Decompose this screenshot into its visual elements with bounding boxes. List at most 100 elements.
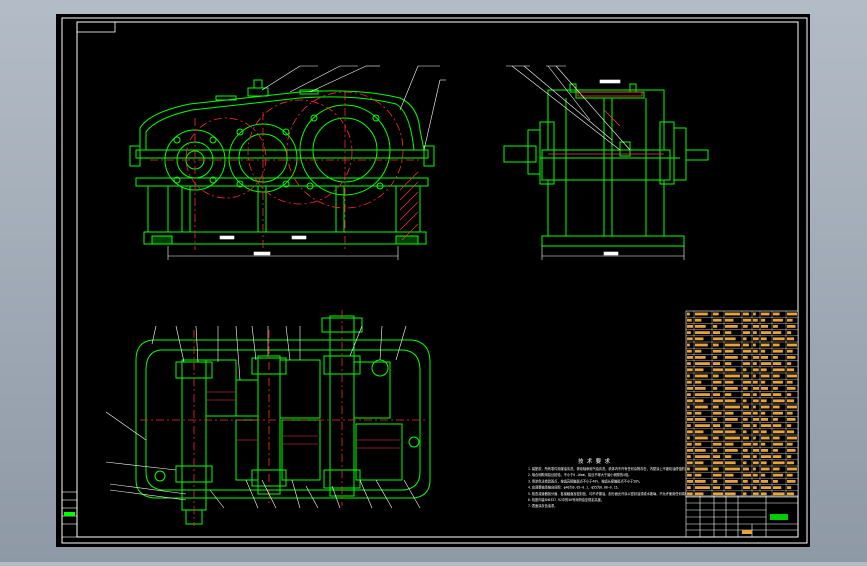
parts-list-cell-text	[687, 380, 692, 384]
parts-list-cell-text	[695, 473, 702, 477]
parts-list-cell-text	[761, 486, 771, 489]
parts-list-cell-text	[713, 331, 721, 334]
parts-list-cell-text	[725, 337, 736, 341]
cad-viewport[interactable]: 技 术 要 求 1.装配前，所有零件用煤油清洗，滚动轴承用汽油清洗，机体内不许有…	[0, 0, 867, 562]
parts-list-cell-text	[695, 418, 706, 421]
parts-list-cell-text	[773, 399, 785, 403]
parts-list-cell-text	[753, 430, 759, 434]
parts-list-cell-text	[725, 331, 732, 334]
parts-list-cell-text	[787, 399, 795, 403]
parts-list-cell-text	[787, 449, 796, 452]
parts-list-cell-text	[743, 362, 751, 365]
parts-list-cell-text	[687, 430, 693, 434]
parts-list-cell-text	[743, 430, 747, 434]
parts-list-cell-text	[713, 473, 722, 477]
parts-list-cell-text	[713, 480, 718, 483]
parts-list-cell-text	[753, 387, 759, 390]
parts-list-cell-text	[743, 387, 748, 390]
parts-list-cell-text	[713, 368, 723, 372]
parts-list-cell-text	[753, 492, 759, 496]
parts-list-cell-text	[787, 436, 797, 440]
parts-list-cell-text	[725, 492, 736, 496]
parts-list-cell-text	[753, 449, 759, 452]
parts-list-cell-text	[787, 356, 796, 359]
parts-list-cell-text	[773, 312, 780, 316]
parts-list-cell-text	[713, 486, 721, 489]
parts-list-cell-text	[787, 480, 796, 483]
parts-list-cell-text	[695, 411, 702, 415]
parts-list-cell-text	[687, 492, 693, 496]
parts-list-cell-text	[743, 418, 748, 421]
parts-list-cell-text	[695, 449, 706, 452]
parts-list-cell-text	[687, 337, 693, 341]
parts-list-cell-text	[753, 349, 758, 353]
parts-list-cell-text	[761, 349, 766, 353]
note-line: 4.应调整轴承轴向间隙：φ40为0.05~0.1，φ55为0.08~0.15。	[528, 485, 621, 490]
parts-list-cell-text	[787, 473, 793, 477]
note-line: 2.啮合侧隙用铅丝检验，不小于0.16mm，铅丝不得大于最小侧隙的4倍。	[528, 472, 631, 477]
parts-list-cell-text	[695, 393, 710, 396]
parts-list-cell-text	[753, 424, 757, 427]
parts-list-cell-text	[761, 492, 767, 496]
parts-list-cell-text	[753, 337, 759, 341]
parts-list-cell-text	[787, 411, 793, 415]
parts-list-cell-text	[743, 424, 751, 427]
parts-list-cell-text	[753, 418, 759, 421]
parts-list-cell-text	[743, 480, 748, 483]
note-line: 3.用涂色法检验斑点，按齿高接触斑点不小于40%，按齿长接触斑点不小于50%。	[528, 478, 642, 483]
parts-list-cell-text	[695, 343, 708, 347]
parts-list-cell-text	[753, 380, 758, 384]
parts-list-cell-text	[743, 380, 751, 384]
parts-list-cell-text	[761, 387, 769, 390]
parts-list-cell-text	[743, 436, 749, 440]
parts-list-cell-text	[773, 349, 783, 353]
parts-list-cell-text	[743, 492, 747, 496]
parts-list-cell-text	[743, 318, 751, 322]
parts-list-cell-text	[787, 455, 792, 458]
parts-list-cell-text	[695, 362, 710, 365]
parts-list-cell-text	[713, 374, 719, 378]
parts-list-cell-text	[787, 312, 797, 316]
parts-list-cell-text	[761, 337, 767, 341]
parts-list-cell-text	[761, 374, 770, 378]
parts-list-cell-text	[743, 312, 749, 316]
parts-list-cell-text	[695, 380, 702, 384]
parts-list-cell-text	[695, 430, 704, 434]
parts-list-cell-text	[761, 455, 771, 458]
parts-list-cell-text	[695, 325, 706, 328]
parts-list-cell-text	[695, 356, 706, 359]
parts-list-cell-text	[787, 430, 795, 434]
parts-list-cell-text	[687, 343, 690, 347]
parts-list-cell-text	[773, 442, 783, 446]
parts-list-cell-text	[773, 480, 778, 483]
parts-list-cell-text	[773, 486, 782, 489]
parts-list-cell-text	[713, 405, 719, 409]
parts-list-cell-text	[753, 343, 756, 347]
parts-list-cell-text	[725, 411, 734, 415]
parts-list-cell-text	[687, 331, 691, 334]
parts-list-cell-text	[725, 480, 738, 483]
parts-list-cell-text	[787, 343, 797, 347]
parts-list-cell-text	[787, 337, 795, 341]
parts-list-cell-text	[713, 430, 723, 434]
parts-list-cell-text	[743, 473, 751, 477]
parts-list-cell-text	[761, 318, 766, 322]
parts-list-cell-text	[753, 356, 759, 359]
parts-list-cell-text	[773, 424, 782, 427]
parts-list-cell-text	[773, 393, 782, 396]
parts-list-cell-text	[761, 331, 771, 334]
parts-list-cell-text	[687, 405, 690, 409]
parts-list-cell-text	[753, 374, 756, 378]
parts-list-cell-text	[743, 411, 751, 415]
parts-list-cell-text	[761, 424, 771, 427]
parts-list-cell-text	[753, 312, 756, 316]
parts-list-cell-text	[773, 368, 785, 372]
parts-list-cell-text	[761, 467, 770, 471]
parts-list-cell-text	[773, 473, 783, 477]
parts-list-cell-text	[743, 442, 751, 446]
parts-list-cell-text	[695, 405, 708, 409]
note-line: 1.装配前，所有零件用煤油清洗，滚动轴承用汽油清洗，机体内不许有任何杂物存在，内…	[528, 466, 701, 471]
parts-list-cell-text	[773, 318, 783, 322]
parts-list-cell-text	[753, 331, 757, 334]
parts-list-cell-text	[725, 312, 740, 316]
